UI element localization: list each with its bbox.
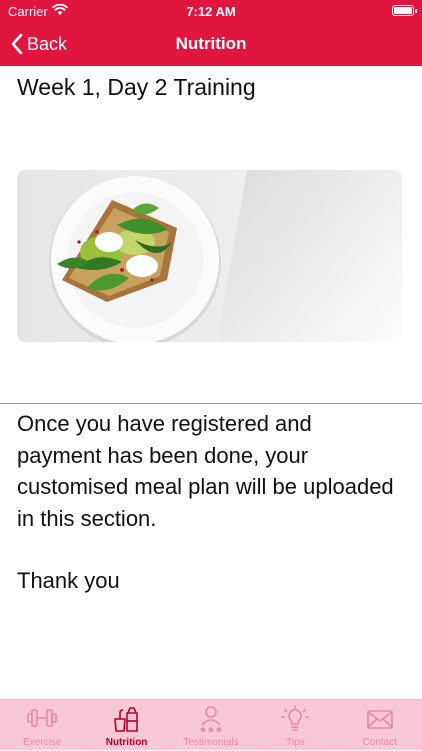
section-divider	[0, 403, 422, 404]
tab-label: Nutrition	[105, 737, 148, 748]
lightbulb-icon	[253, 705, 337, 733]
testimonials-icon	[169, 705, 253, 733]
status-time: 7:12 AM	[186, 4, 236, 19]
message-text: Once you have registered and payment has…	[17, 411, 394, 531]
nutrition-icon	[84, 705, 168, 733]
meal-plan-message: Once you have registered and payment has…	[17, 408, 397, 597]
tab-label: Exercise	[23, 737, 62, 748]
tab-contact[interactable]: Contact	[338, 700, 422, 751]
navigation-bar: Back Nutrition	[0, 22, 422, 66]
status-bar: Carrier 7:12 AM	[0, 0, 422, 22]
page-title: Week 1, Day 2 Training	[17, 74, 256, 100]
battery-icon	[392, 5, 417, 16]
envelope-icon	[338, 705, 422, 733]
tab-nutrition[interactable]: Nutrition	[84, 700, 168, 751]
tab-label: Tips	[286, 737, 305, 748]
thank-you-text: Thank you	[17, 568, 120, 593]
tab-tips[interactable]: Tips	[253, 700, 337, 751]
tab-label: Testimonials	[183, 737, 239, 748]
page-header-title: Nutrition	[175, 34, 247, 53]
tab-label: Contact	[362, 737, 398, 748]
meal-image	[17, 170, 402, 342]
tab-bar: Exercise Nutrition Testimonials Tips Con…	[0, 699, 422, 750]
tab-testimonials[interactable]: Testimonials	[169, 700, 253, 751]
tab-exercise[interactable]: Exercise	[0, 700, 84, 751]
dumbbell-icon	[0, 705, 84, 733]
